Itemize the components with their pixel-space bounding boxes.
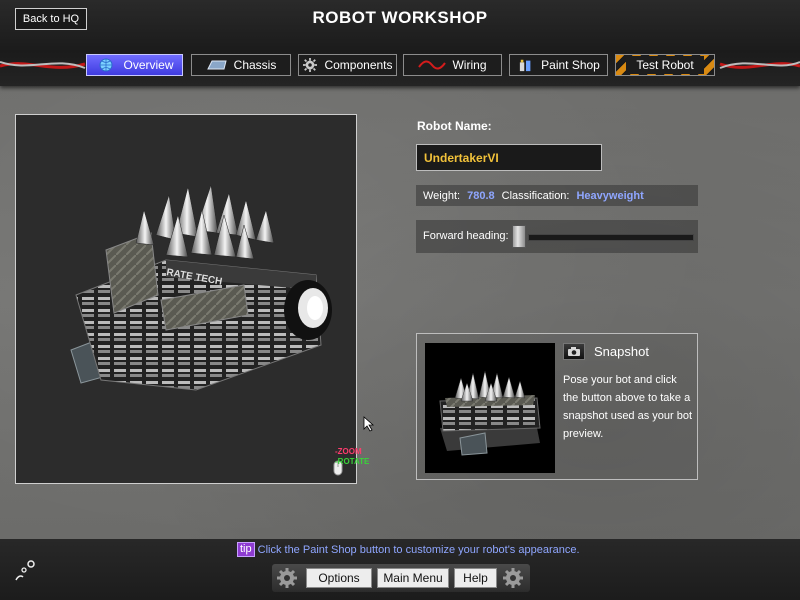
tab-components[interactable]: Components (298, 54, 397, 76)
robot-name-input[interactable]: UndertakerVI (416, 144, 602, 171)
wire-icon (418, 60, 447, 70)
gear-icon (303, 58, 318, 72)
forward-heading-control: Forward heading: (416, 220, 698, 253)
footer-button-row: Options Main Menu Help (272, 564, 530, 592)
heading-slider-track[interactable] (528, 234, 694, 241)
rotate-hint-label: -ROTATE (335, 457, 370, 466)
tip-text: Click the Paint Shop button to customize… (257, 543, 580, 556)
tab-test-robot[interactable]: Test Robot (615, 54, 715, 76)
tab-label: Overview (123, 58, 174, 72)
main-menu-button[interactable]: Main Menu (377, 568, 449, 588)
mouse-cursor-icon (363, 416, 375, 432)
tip-badge: tip (237, 542, 255, 557)
globe-icon (99, 58, 113, 72)
gear-icon (277, 568, 297, 588)
weight-label: Weight: (423, 189, 461, 202)
classification-label: Classification: (501, 189, 570, 202)
snapshot-robot-image (439, 370, 541, 456)
options-button[interactable]: Options (306, 568, 372, 588)
tab-label: Wiring (452, 58, 487, 72)
forward-heading-label: Forward heading: (423, 230, 509, 242)
help-button[interactable]: Help (454, 568, 497, 588)
paint-icon (520, 59, 531, 72)
tab-paint-shop[interactable]: Paint Shop (509, 54, 608, 76)
snapshot-button[interactable] (563, 343, 585, 360)
heading-slider-thumb[interactable] (512, 225, 526, 248)
tab-label: Paint Shop (541, 58, 600, 72)
classification-value: Heavyweight (576, 189, 644, 202)
tip-bar: tip Click the Paint Shop button to custo… (237, 542, 580, 557)
tab-label: Components (324, 58, 393, 72)
robot-stats-bar: Weight: 780.8 Classification: Heavyweigh… (416, 185, 698, 206)
tab-bar: Overview Chassis Components Wiring Paint… (0, 54, 800, 78)
page-title: ROBOT WORKSHOP (312, 8, 488, 27)
snapshot-panel: Snapshot Pose your bot and click the but… (416, 333, 698, 480)
tab-chassis[interactable]: Chassis (191, 54, 291, 76)
robot-name-label: Robot Name: (417, 119, 492, 133)
tab-overview[interactable]: Overview (86, 54, 183, 76)
tab-wiring[interactable]: Wiring (403, 54, 502, 76)
robot-3d-viewport[interactable]: RATE TECH (15, 114, 357, 484)
chassis-icon (206, 60, 227, 70)
gear-icon (503, 568, 523, 588)
zoom-rotate-hint: -ZOOM -ROTATE (335, 447, 369, 467)
corner-logo-icon (15, 560, 35, 581)
snapshot-preview (425, 343, 555, 473)
tab-label: Test Robot (626, 56, 704, 74)
zoom-hint-label: -ZOOM (335, 447, 362, 456)
weight-value: 780.8 (467, 189, 495, 202)
snapshot-title: Snapshot (594, 344, 649, 359)
snapshot-description: Pose your bot and click the button above… (563, 374, 693, 440)
tab-label: Chassis (233, 58, 277, 72)
top-bar: Back to HQ ROBOT WORKSHOP Overview Chass… (0, 0, 800, 86)
camera-icon (568, 347, 580, 356)
robot-model: RATE TECH (70, 184, 332, 391)
